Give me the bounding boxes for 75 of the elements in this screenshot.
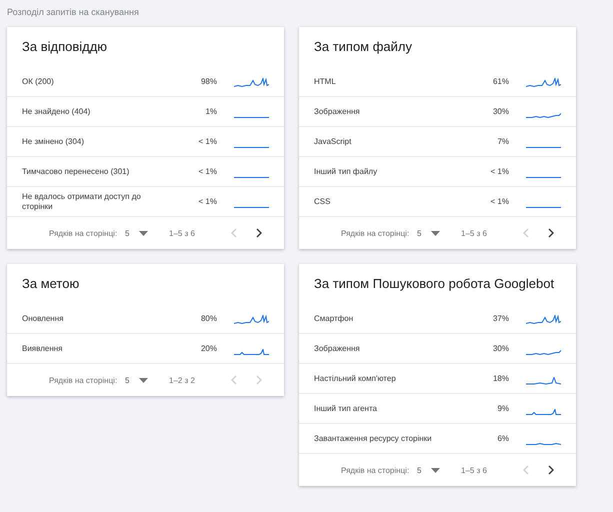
sparkline-icon: [526, 408, 561, 414]
row-label: CSS: [314, 196, 332, 206]
sparkline-icon: [526, 442, 561, 444]
rows-per-page-select[interactable]: 5: [125, 376, 169, 384]
sparkline-icon: [526, 112, 561, 118]
sparkline-icon: [234, 206, 269, 208]
row-percent: 6%: [496, 434, 509, 443]
row-percent: 9%: [496, 404, 509, 413]
row-percent: 30%: [492, 344, 509, 353]
rows-per-page-label: Рядків на сторінці:: [49, 228, 118, 238]
row-label: Не знайдено (404): [22, 106, 92, 116]
row-percent: 61%: [492, 77, 509, 86]
row-label: Інший тип агента: [314, 404, 378, 414]
sparkline-icon: [234, 146, 269, 148]
sparkline-icon: [526, 376, 561, 384]
row-label: HTML: [314, 76, 337, 86]
row-percent: < 1%: [198, 197, 217, 206]
page-range: 1–5 з 6: [461, 228, 488, 238]
row-percent: 20%: [200, 344, 217, 353]
row-label: Інший тип файлу: [314, 166, 378, 176]
caret-icon: [431, 230, 440, 236]
sparkline-icon: [526, 146, 561, 148]
page-range: 1–5 з 6: [169, 228, 196, 238]
caret-icon: [139, 378, 148, 382]
row-label: Не вдалось отримати доступ до сторінки: [22, 192, 142, 212]
caret-icon: [431, 468, 440, 472]
sparkline-icon: [526, 78, 561, 88]
next-page-icon[interactable]: [256, 228, 262, 238]
section-title: Розподіл запитів на сканування: [7, 7, 140, 19]
sparkline-icon: [234, 348, 269, 354]
row-label: Не змінено (304): [22, 136, 86, 146]
row-label: ОК (200): [22, 76, 55, 86]
sparkline-icon: [526, 314, 561, 324]
rows-per-page-label: Рядків на сторінці:: [341, 228, 410, 238]
row-label: Тимчасово перенесено (301): [22, 166, 130, 176]
row-percent: < 1%: [490, 197, 509, 206]
caret-icon: [139, 230, 148, 236]
row-percent: 18%: [492, 374, 509, 383]
row-label: JavaScript: [314, 136, 352, 146]
row-label: Зображення: [314, 344, 361, 354]
row-percent: 30%: [492, 107, 509, 116]
next-page-icon[interactable]: [548, 228, 554, 238]
sparkline-icon: [234, 116, 269, 118]
row-label: Завантаження ресурсу сторінки: [314, 434, 433, 444]
sparkline-icon: [234, 176, 269, 178]
row-percent: 80%: [200, 314, 217, 323]
page-range: 1–5 з 6: [461, 466, 488, 474]
page-range: 1–2 з 2: [169, 376, 196, 384]
row-label: Зображення: [314, 106, 361, 116]
row-percent: < 1%: [490, 167, 509, 176]
card-title: За метою: [21, 275, 80, 293]
card-title: За типом файлу: [313, 38, 414, 56]
row-label: Оновлення: [22, 314, 64, 324]
sparkline-icon: [526, 206, 561, 208]
rows-per-page-select[interactable]: 5: [417, 466, 461, 474]
rows-per-page-label: Рядків на сторінці:: [341, 466, 410, 474]
row-label: Настільний комп'ютер: [314, 374, 397, 384]
rows-per-page-select[interactable]: 5: [417, 228, 461, 238]
row-percent: < 1%: [198, 137, 217, 146]
row-percent: 37%: [492, 314, 509, 323]
card-title: За відповіддю: [21, 38, 108, 56]
row-percent: < 1%: [198, 167, 217, 176]
row-percent: 98%: [200, 77, 217, 86]
row-percent: 7%: [496, 137, 509, 146]
sparkline-icon: [526, 350, 561, 354]
rows-per-page-select[interactable]: 5: [125, 228, 169, 238]
card-title: За типом Пошукового робота Googlebot: [313, 275, 556, 293]
sparkline-icon: [526, 176, 561, 178]
row-label: Виявлення: [22, 344, 64, 354]
sparkline-icon: [234, 78, 269, 88]
next-page-icon[interactable]: [548, 465, 554, 475]
row-percent: 1%: [204, 107, 217, 116]
sparkline-icon: [234, 314, 269, 324]
row-label: Смартфон: [314, 314, 354, 324]
rows-per-page-label: Рядків на сторінці:: [49, 376, 118, 384]
